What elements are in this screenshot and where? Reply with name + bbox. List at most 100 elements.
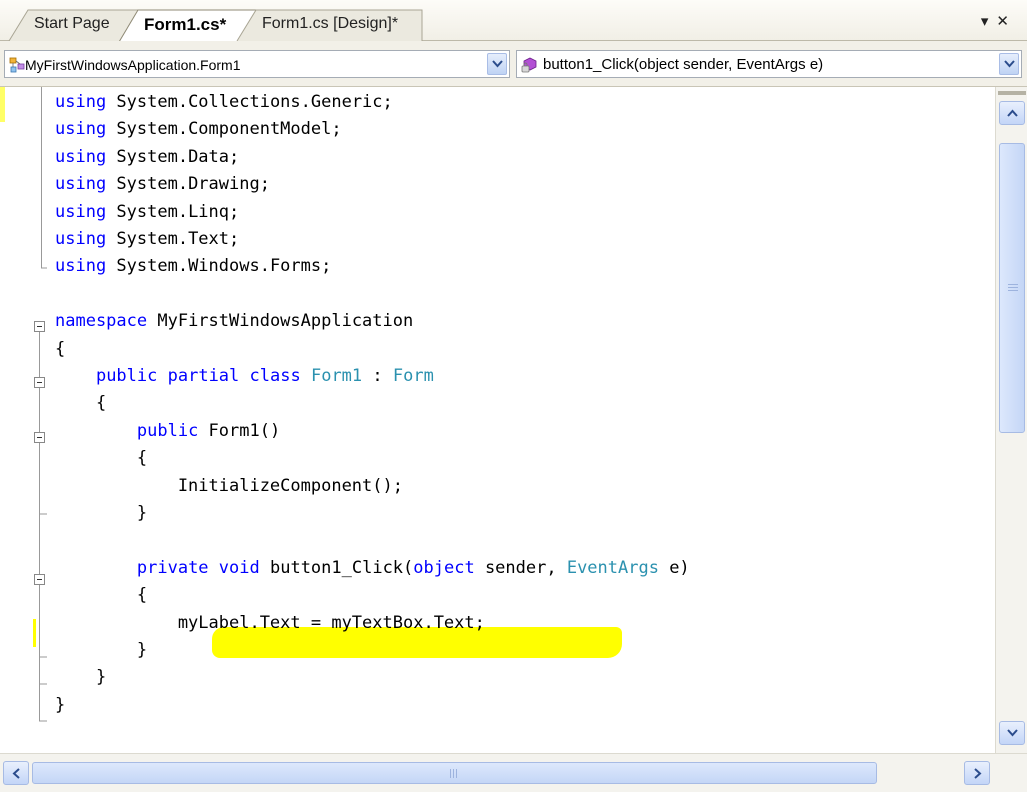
horizontal-scrollbar[interactable] <box>0 753 1027 792</box>
code-token: System.Windows.Forms; <box>106 256 332 277</box>
code-token: { <box>55 585 148 606</box>
code-line[interactable]: using System.Drawing; <box>55 171 270 198</box>
code-line[interactable]: } <box>55 500 147 527</box>
collapse-class-icon[interactable] <box>34 377 45 388</box>
keyword-token: private <box>136 557 209 578</box>
code-line[interactable]: private void button1_Click(object sender… <box>55 555 690 582</box>
code-token: } <box>55 640 148 660</box>
chevron-down-icon <box>1004 60 1015 68</box>
class-combo-value: MyFirstWindowsApplication.Form1 <box>25 57 241 73</box>
code-line[interactable]: using System.Data; <box>55 144 239 171</box>
document-tab-strip: Start Page Form1.cs* Form1.cs [Design]* … <box>0 0 1027 41</box>
outline-margin <box>0 87 47 722</box>
tab-label: Form1.cs [Design]* <box>262 15 399 32</box>
chevron-right-icon <box>974 768 982 779</box>
member-combo-value: button1_Click(object sender, EventArgs e… <box>543 56 824 73</box>
vertical-scrollbar[interactable] <box>995 87 1027 753</box>
code-line[interactable]: public partial class Form1 : Form <box>55 363 434 390</box>
code-token: System.Drawing; <box>106 174 270 195</box>
change-marker <box>0 87 5 122</box>
code-line[interactable]: } <box>55 664 106 691</box>
chevron-left-icon <box>12 768 20 779</box>
code-token: System.Collections.Generic; <box>106 92 393 112</box>
code-token: System.Data; <box>106 146 240 167</box>
code-line[interactable]: public Form1() <box>55 418 280 445</box>
scroll-right-button[interactable] <box>964 761 990 785</box>
method-icon <box>521 57 537 73</box>
keyword-token: void <box>218 557 260 578</box>
code-line[interactable]: { <box>55 582 147 609</box>
chevron-up-icon <box>1007 109 1018 117</box>
code-line[interactable]: myLabel.Text = myTextBox.Text; <box>55 610 485 637</box>
code-line[interactable]: { <box>55 445 147 472</box>
keyword-token: using <box>55 146 107 167</box>
keyword-token: namespace <box>55 311 148 332</box>
code-line[interactable]: InitializeComponent(); <box>55 473 403 500</box>
code-token: myLabel.Text = myTextBox.Text; <box>55 612 485 633</box>
keyword-token: using <box>55 201 107 222</box>
code-token: Form1() <box>198 420 281 441</box>
tab-label: Form1.cs* <box>144 15 227 34</box>
scroll-up-button[interactable] <box>999 101 1025 125</box>
code-token: e) <box>658 557 690 578</box>
keyword-token: using <box>55 174 107 195</box>
code-token: button1_Click( <box>259 557 414 578</box>
code-token: } <box>55 503 148 523</box>
code-token: sender, <box>474 557 567 578</box>
code-line[interactable]: using System.ComponentModel; <box>55 116 342 143</box>
code-editor[interactable]: using System.Collections.Generic; using S… <box>0 87 995 753</box>
close-icon[interactable]: ✕ <box>996 12 1017 30</box>
member-combo-dropdown[interactable] <box>999 53 1019 75</box>
code-token: MyFirstWindowsApplication <box>147 311 414 332</box>
class-combo-dropdown[interactable] <box>487 53 507 75</box>
code-token: : <box>362 366 393 386</box>
scroll-left-button[interactable] <box>3 761 29 785</box>
keyword-token: using <box>55 256 107 277</box>
tab-form1-design[interactable]: Form1.cs [Design]* <box>236 9 424 41</box>
keyword-token: public <box>136 420 199 441</box>
window-controls: ▾✕ <box>981 12 1017 30</box>
code-line[interactable]: } <box>55 637 147 664</box>
code-line[interactable]: } <box>55 692 65 719</box>
type-token: Form1 <box>310 366 363 386</box>
keyword-token: using <box>55 119 107 140</box>
code-line[interactable]: using System.Text; <box>55 226 239 253</box>
code-line[interactable]: { <box>55 336 65 363</box>
code-line[interactable]: using System.Collections.Generic; <box>55 89 393 116</box>
horizontal-scroll-thumb[interactable] <box>32 762 877 784</box>
code-line[interactable]: using System.Windows.Forms; <box>55 253 331 280</box>
vertical-scroll-thumb[interactable] <box>999 143 1025 433</box>
collapse-method-icon[interactable] <box>34 574 45 585</box>
code-token: { <box>55 448 148 469</box>
code-token: System.Text; <box>106 229 240 249</box>
keyword-token: public <box>95 366 158 386</box>
code-line[interactable]: namespace MyFirstWindowsApplication <box>55 308 413 335</box>
code-token: System.Linq; <box>106 201 240 222</box>
scroll-down-button[interactable] <box>999 721 1025 745</box>
code-line[interactable]: using System.Linq; <box>55 199 239 226</box>
outline-guide <box>41 87 47 269</box>
type-token: Form <box>392 366 434 386</box>
tab-label: Start Page <box>34 15 110 32</box>
chevron-down-icon <box>1007 729 1018 737</box>
class-combo[interactable]: MyFirstWindowsApplication.Form1 <box>4 50 510 78</box>
collapse-constructor-icon[interactable] <box>34 432 45 443</box>
collapse-namespace-icon[interactable] <box>34 321 45 332</box>
keyword-token: partial <box>167 366 240 386</box>
keyword-token: using <box>55 92 107 112</box>
split-handle[interactable] <box>998 91 1026 95</box>
tab-list-dropdown-icon[interactable]: ▾ <box>981 12 997 30</box>
code-token: InitializeComponent(); <box>55 475 403 496</box>
code-token: } <box>55 694 66 715</box>
code-line[interactable]: { <box>55 390 106 417</box>
change-marker <box>33 619 36 647</box>
member-combo[interactable]: button1_Click(object sender, EventArgs e… <box>516 50 1022 78</box>
code-token: } <box>55 667 107 688</box>
